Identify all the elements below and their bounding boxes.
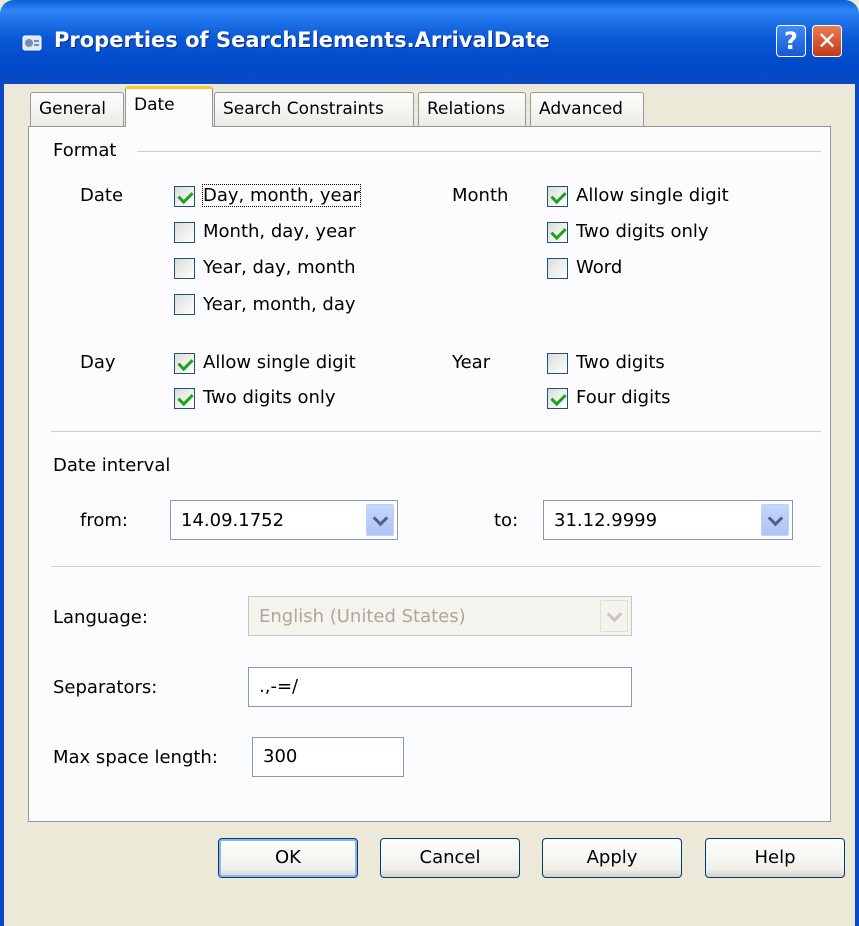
year-two-digits-label[interactable]: Two digits	[576, 352, 665, 373]
format-divider	[137, 151, 821, 153]
title-bar[interactable]: Properties of SearchElements.ArrivalDate…	[0, 0, 859, 84]
month-format-label: Month	[452, 185, 509, 206]
day-two-digits-checkbox[interactable]	[174, 388, 195, 409]
tab-advanced[interactable]: Advanced	[530, 92, 644, 126]
month-single-digit-label[interactable]: Allow single digit	[576, 185, 729, 206]
window-title: Properties of SearchElements.ArrivalDate	[54, 28, 550, 52]
language-value: English (United States)	[259, 606, 466, 627]
day-two-digits-label[interactable]: Two digits only	[203, 387, 336, 408]
apply-button[interactable]: Apply	[542, 838, 682, 878]
max-space-length-input[interactable]: 300	[252, 737, 404, 777]
chevron-down-icon	[600, 600, 628, 632]
section-divider-2	[51, 566, 821, 568]
max-space-length-label: Max space length:	[53, 747, 218, 768]
month-two-digits-label[interactable]: Two digits only	[576, 221, 709, 242]
chevron-down-icon[interactable]	[761, 504, 789, 536]
tab-relations[interactable]: Relations	[418, 92, 526, 126]
month-word-checkbox[interactable]	[547, 258, 568, 279]
language-combo: English (United States)	[248, 596, 632, 636]
format-section-label: Format	[53, 140, 117, 161]
ok-button[interactable]: OK	[218, 838, 358, 878]
window-border-left	[0, 84, 4, 926]
tab-general[interactable]: General	[30, 92, 124, 126]
day-single-digit-label[interactable]: Allow single digit	[203, 352, 356, 373]
to-label: to:	[494, 510, 519, 531]
month-two-digits-checkbox[interactable]	[547, 222, 568, 243]
chevron-down-icon[interactable]	[366, 504, 394, 536]
help-title-button[interactable]: ?	[776, 25, 806, 57]
date-ydm-label[interactable]: Year, day, month	[203, 257, 356, 278]
section-divider-1	[51, 431, 821, 433]
language-label: Language:	[53, 607, 148, 628]
date-mdy-label[interactable]: Month, day, year	[203, 221, 356, 242]
year-two-digits-checkbox[interactable]	[547, 353, 568, 374]
from-label: from:	[80, 510, 128, 531]
date-ydm-checkbox[interactable]	[174, 258, 195, 279]
date-format-label: Date	[80, 185, 124, 206]
cancel-button[interactable]: Cancel	[380, 838, 520, 878]
tab-search-constraints[interactable]: Search Constraints	[214, 92, 414, 126]
help-button[interactable]: Help	[705, 838, 845, 878]
date-dmy-label[interactable]: Day, month, year	[201, 184, 362, 207]
window-border-right	[855, 84, 859, 926]
date-mdy-checkbox[interactable]	[174, 222, 195, 243]
date-interval-label: Date interval	[53, 455, 171, 476]
day-format-label: Day	[80, 352, 116, 373]
date-ymd-label[interactable]: Year, month, day	[203, 294, 356, 315]
year-four-digits-checkbox[interactable]	[547, 388, 568, 409]
date-ymd-checkbox[interactable]	[174, 294, 195, 315]
day-single-digit-checkbox[interactable]	[174, 353, 195, 374]
to-date-combo[interactable]: 31.12.9999	[543, 500, 793, 540]
from-date-combo[interactable]: 14.09.1752	[170, 500, 398, 540]
year-four-digits-label[interactable]: Four digits	[576, 387, 671, 408]
month-single-digit-checkbox[interactable]	[547, 186, 568, 207]
separators-label: Separators:	[53, 677, 158, 698]
close-button[interactable]: ✕	[812, 25, 842, 57]
year-format-label: Year	[452, 352, 491, 373]
from-date-value: 14.09.1752	[181, 510, 285, 531]
properties-icon	[22, 35, 42, 51]
to-date-value: 31.12.9999	[554, 510, 658, 531]
separators-input[interactable]: .,-=/	[248, 667, 632, 707]
date-dmy-checkbox[interactable]	[174, 186, 195, 207]
tab-date[interactable]: Date	[125, 86, 213, 127]
month-word-label[interactable]: Word	[576, 257, 622, 278]
